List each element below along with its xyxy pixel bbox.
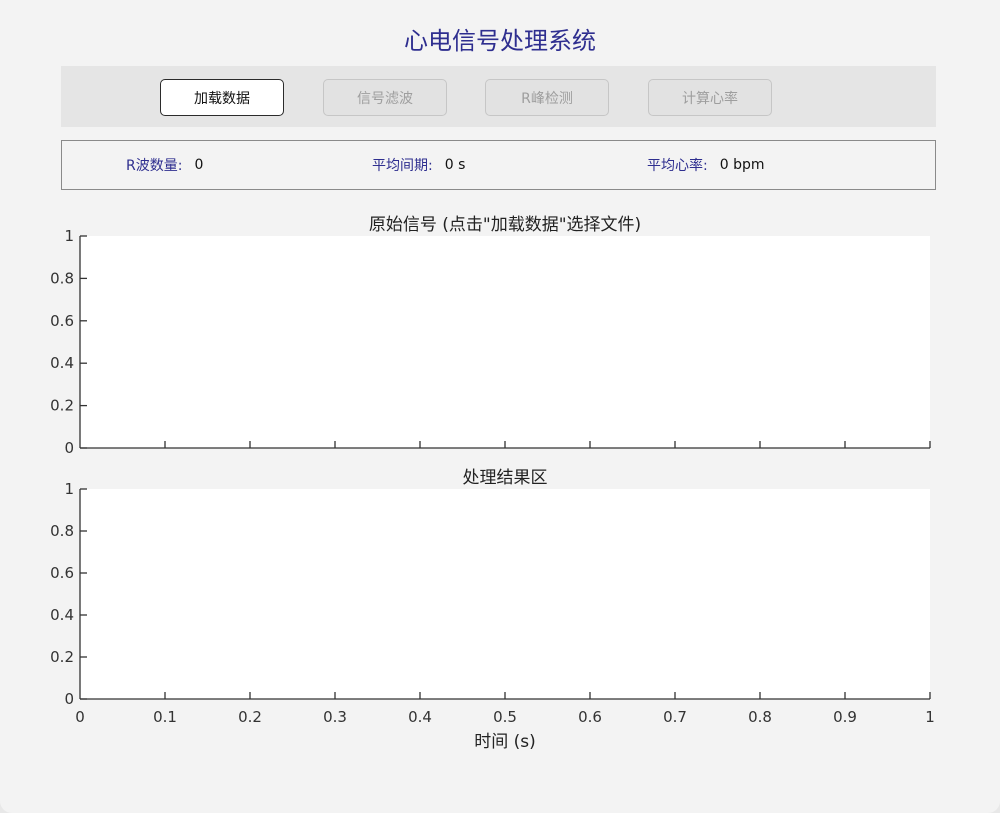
y-tick-label: 0 bbox=[64, 439, 74, 457]
plot-title: 处理结果区 bbox=[463, 468, 548, 488]
y-tick-label: 0.6 bbox=[50, 564, 74, 582]
result-plot: 处理结果区 0 0.2 0.4 0.6 0.8 1 0 0.1 0.2 0.3 0.4 0.5 0.6 0.… bbox=[50, 468, 935, 752]
x-tick-label: 0.9 bbox=[833, 708, 857, 726]
plot-background bbox=[80, 236, 930, 448]
x-axis-label: 时间 (s) bbox=[474, 732, 536, 752]
y-tick-label: 0.6 bbox=[50, 312, 74, 330]
x-tick-label: 0.3 bbox=[323, 708, 347, 726]
y-tick-label: 0.8 bbox=[50, 269, 74, 287]
x-tick-label: 0.6 bbox=[578, 708, 602, 726]
x-tick-label: 0.1 bbox=[153, 708, 177, 726]
plot-title: 原始信号 (点击"加载数据"选择文件) bbox=[369, 215, 641, 235]
x-tick-label: 0.8 bbox=[748, 708, 772, 726]
y-tick-label: 0 bbox=[64, 690, 74, 708]
x-tick-label: 0 bbox=[75, 708, 85, 726]
y-tick-label: 0.2 bbox=[50, 648, 74, 666]
plots-area: 原始信号 (点击"加载数据"选择文件)00.20.40.60.81处理结果区00… bbox=[50, 215, 935, 752]
x-tick-label: 0.5 bbox=[493, 708, 517, 726]
y-tick-label: 0.8 bbox=[50, 522, 74, 540]
app-window: 心电信号处理系统 加载数据 信号滤波 R峰检测 计算心率 R波数量: 0 平均间… bbox=[0, 0, 1000, 813]
raw-signal-plot: 原始信号 (点击"加载数据"选择文件) 0 0.2 0.4 0.6 0.8 1 bbox=[50, 215, 931, 457]
x-tick-label: 0.2 bbox=[238, 708, 262, 726]
y-tick-label: 1 bbox=[64, 480, 74, 498]
y-tick-label: 1 bbox=[64, 227, 74, 245]
x-tick-label: 1 bbox=[925, 708, 935, 726]
y-tick-label: 0.4 bbox=[50, 354, 74, 372]
x-tick-label: 0.7 bbox=[663, 708, 687, 726]
y-tick-label: 0.4 bbox=[50, 606, 74, 624]
y-tick-label: 0.2 bbox=[50, 397, 74, 415]
plot-background bbox=[80, 489, 930, 699]
x-tick-label: 0.4 bbox=[408, 708, 432, 726]
